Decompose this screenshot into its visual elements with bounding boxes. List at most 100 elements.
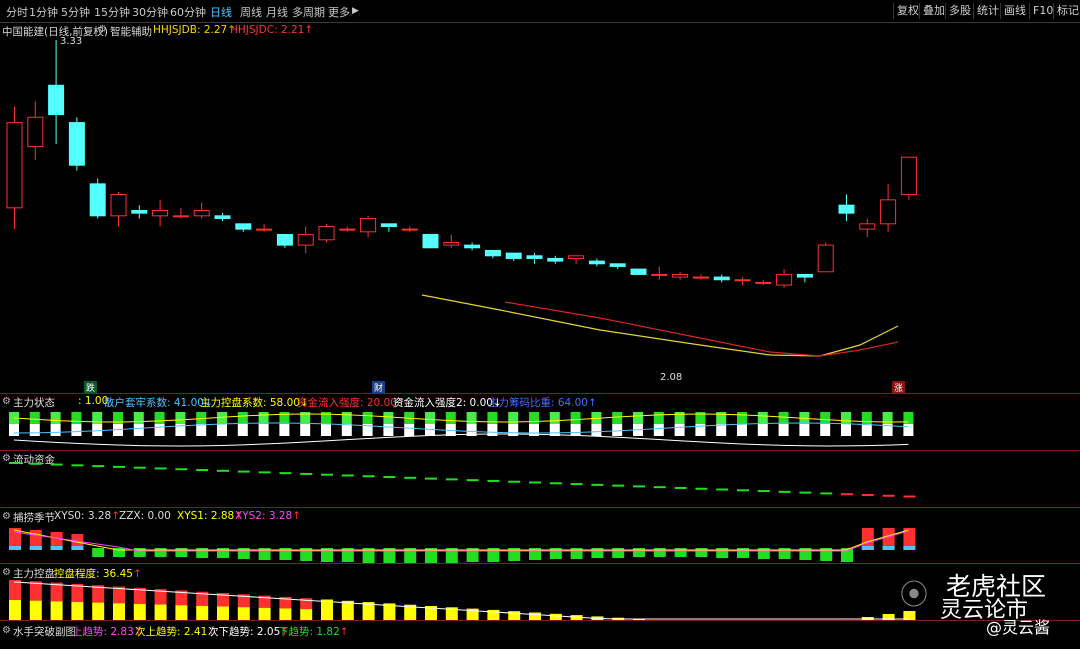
control-bar-yellow (154, 604, 167, 620)
liquidity-segment (383, 476, 396, 479)
zhuli-bar-bottom (570, 424, 581, 436)
candle-body (672, 273, 689, 278)
zhuli-bar-bottom (903, 424, 914, 436)
candle-body (6, 122, 23, 209)
liquidity-segment (778, 490, 791, 493)
candle-body (401, 228, 418, 231)
control-bar-yellow (196, 605, 209, 620)
liquidity-segment (674, 486, 687, 489)
liquidity-segment (653, 486, 666, 489)
liquidity-segment (217, 469, 229, 472)
zhuli-line-blue (13, 422, 909, 434)
candle-body (152, 209, 169, 217)
control-bar-yellow (9, 600, 21, 620)
season-bar (633, 548, 645, 557)
liquidity-segment (820, 492, 833, 495)
zhuli-bar-top (341, 412, 352, 424)
liquidity-segment (508, 480, 521, 483)
season-bar (674, 548, 687, 557)
candle-body (110, 194, 127, 217)
zhuli-bar-bottom (258, 424, 269, 436)
control-bar-yellow (341, 600, 354, 620)
candle-body (880, 199, 897, 225)
chart-canvas[interactable] (0, 0, 1080, 649)
season-bar (133, 548, 146, 557)
liquidity-segment (903, 495, 916, 498)
liquidity-segment (50, 463, 63, 466)
season-line-yellow (13, 529, 909, 551)
candle-body (297, 233, 314, 246)
zhuli-bar-top (133, 412, 144, 424)
candle-body (89, 183, 106, 217)
candle-body (692, 276, 709, 279)
zhuli-bar-bottom (71, 424, 82, 436)
liquidity-segment (466, 479, 479, 482)
candle-body (48, 84, 65, 116)
liquidity-segment (612, 484, 625, 487)
candle-body (360, 217, 377, 233)
liquidity-segment (175, 468, 188, 471)
zhuli-bar-bottom (154, 424, 165, 436)
zhuli-bar-bottom (196, 424, 207, 436)
control-line (13, 581, 909, 620)
zhuli-bar-bottom (778, 424, 789, 436)
candle-body (776, 273, 793, 286)
zhuli-bar-bottom (716, 424, 727, 436)
zhuli-bar-bottom (841, 424, 851, 436)
zhuli-bar-bottom (279, 424, 290, 436)
zhuli-bar-bottom (341, 424, 352, 436)
candle-body (796, 273, 813, 278)
zhuli-bar-top (529, 412, 539, 424)
zhuli-bar-top (71, 412, 82, 424)
candle-body (339, 228, 356, 231)
liquidity-segment (487, 479, 500, 482)
zhuli-bar-top (258, 412, 269, 424)
liquidity-segment (71, 464, 84, 467)
control-bar-yellow (175, 605, 188, 620)
zhuli-bar-bottom (591, 424, 602, 436)
candle-body (651, 273, 668, 276)
zhuli-bar-top (570, 412, 581, 424)
liquidity-segment (695, 487, 708, 490)
control-bar-yellow (217, 606, 229, 620)
zhuli-bar-top (175, 412, 186, 424)
candle-body (526, 255, 543, 259)
zhuli-bar-top (362, 412, 373, 424)
liquidity-segment (799, 491, 812, 494)
liquidity-segment (133, 466, 146, 469)
zhuli-bar-top (466, 412, 477, 424)
control-bar-yellow (258, 607, 271, 620)
zhuli-bar-bottom (9, 424, 19, 436)
season-bar-base (71, 546, 84, 550)
zhuli-bar-bottom (321, 424, 331, 436)
zhuli-bar-top (425, 412, 435, 424)
season-line-magenta (13, 530, 909, 552)
candle-body (464, 244, 481, 249)
zhuli-bar-top (633, 412, 643, 424)
zhuli-bar-bottom (757, 424, 768, 436)
zhuli-bar-bottom (217, 424, 227, 436)
season-bar-base (29, 546, 42, 550)
control-bar-yellow (279, 608, 292, 620)
zhuli-bar-top (778, 412, 789, 424)
zhuli-bar-bottom (92, 424, 103, 436)
zhuli-bar-top (50, 412, 61, 424)
liquidity-segment (258, 471, 271, 474)
wechat-icon: ⦿ (900, 578, 929, 611)
candle-body (713, 276, 730, 281)
liquidity-segment (321, 473, 333, 476)
candle-body (484, 249, 501, 257)
season-bar (653, 548, 666, 557)
liquidity-segment (154, 467, 167, 470)
zhuli-bar-top (237, 412, 248, 424)
control-bar-yellow (300, 609, 313, 620)
zhuli-bar-bottom (300, 424, 311, 436)
control-bar-yellow (549, 613, 562, 620)
zhuli-bar-bottom (612, 424, 623, 436)
control-bar-red (9, 580, 21, 600)
candle-body (172, 215, 189, 218)
season-bar-base (903, 546, 916, 550)
zhuli-line-yellow (13, 413, 909, 423)
zhuli-bar-bottom (404, 424, 415, 436)
liquidity-segment (570, 483, 583, 486)
